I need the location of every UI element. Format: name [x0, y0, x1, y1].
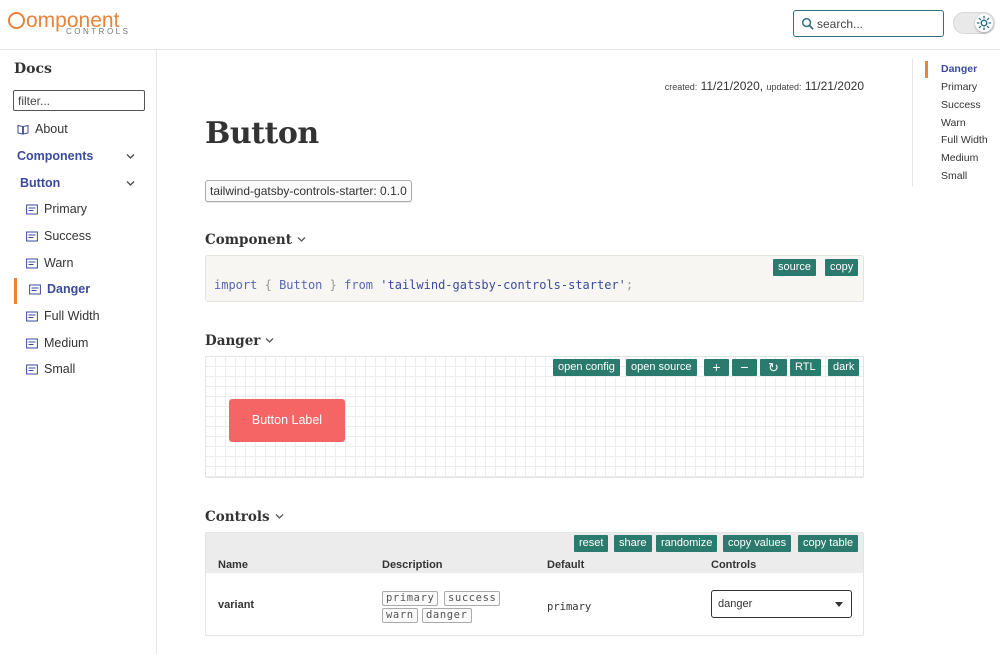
toc-item-primary[interactable]: Primary — [941, 81, 977, 93]
column-header-default: Default — [547, 559, 585, 571]
table-of-contents: Danger Primary Success Warn Full Width M… — [912, 58, 1000, 186]
logo-sub-text: CONTROLS — [66, 27, 131, 36]
variant-select-value: danger — [718, 598, 753, 610]
page-icon — [26, 204, 38, 215]
page-icon — [26, 364, 38, 375]
zoom-out-button[interactable]: − — [732, 359, 757, 376]
component-section-title[interactable]: Component — [205, 232, 306, 248]
copy-table-button[interactable]: copy table — [798, 535, 859, 552]
zoom-in-button[interactable]: + — [704, 359, 729, 376]
column-header-name: Name — [218, 559, 248, 571]
sidebar-item-warn[interactable]: Warn — [0, 252, 156, 276]
package-badge: tailwind-gatsby-controls-starter: 0.1.0 — [205, 180, 412, 202]
chevron-down-icon — [297, 237, 306, 242]
sidebar-item-label: Small — [44, 362, 76, 376]
page-dates: created: 11/21/2020, updated: 11/21/2020 — [665, 79, 864, 93]
filter-input[interactable] — [13, 90, 145, 111]
toc-item-warn[interactable]: Warn — [941, 117, 966, 129]
logo-ring-icon — [8, 12, 25, 29]
sidebar: Docs About Components Button Primary Suc… — [0, 50, 157, 654]
reset-button[interactable]: reset — [574, 535, 609, 552]
demo-danger-button[interactable]: Button Label — [229, 399, 345, 442]
caret-down-icon — [835, 602, 843, 607]
sidebar-item-about[interactable]: About — [0, 118, 156, 142]
option-pill: danger — [422, 608, 472, 623]
story-section-title[interactable]: Danger — [205, 333, 274, 349]
source-button[interactable]: source — [773, 259, 817, 276]
book-icon — [17, 124, 29, 135]
toc-item-success[interactable]: Success — [941, 99, 981, 111]
created-date: 11/21/2020, — [700, 79, 764, 93]
page-icon — [29, 284, 41, 295]
logo[interactable]: omponent CONTROLS — [8, 10, 128, 40]
share-button[interactable]: share — [614, 535, 652, 552]
updated-date: 11/21/2020 — [804, 79, 864, 93]
sidebar-item-label: Primary — [44, 202, 88, 216]
sidebar-item-label: Warn — [44, 256, 74, 270]
option-pill: warn — [382, 608, 418, 623]
copy-button[interactable]: copy — [825, 259, 859, 276]
active-indicator — [14, 278, 17, 304]
code-block: import { Button } from 'tailwind-gatsby-… — [205, 255, 864, 302]
search-input[interactable] — [817, 14, 937, 33]
updated-label: updated: — [766, 82, 802, 92]
chevron-down-icon — [275, 514, 284, 519]
theme-toggle[interactable] — [953, 12, 995, 34]
sidebar-title: Docs — [14, 61, 52, 77]
sidebar-item-full-width[interactable]: Full Width — [0, 305, 156, 329]
page-icon — [26, 258, 38, 269]
import-code: import { Button } from 'tailwind-gatsby-… — [214, 278, 634, 292]
open-source-button[interactable]: open source — [626, 359, 697, 376]
toggle-knob — [975, 14, 993, 32]
chevron-down-icon — [126, 154, 135, 159]
toc-item-full-width[interactable]: Full Width — [941, 134, 988, 146]
open-config-button[interactable]: open config — [553, 359, 620, 376]
sidebar-item-primary[interactable]: Primary — [0, 198, 156, 222]
toc-item-medium[interactable]: Medium — [941, 152, 978, 164]
option-pill: success — [444, 591, 501, 606]
page-title: Button — [205, 116, 319, 151]
dark-button[interactable]: dark — [828, 359, 860, 376]
prop-name: variant — [218, 599, 255, 611]
created-label: created: — [664, 82, 698, 92]
rtl-button[interactable]: RTL — [790, 359, 821, 376]
sidebar-item-label: Components — [17, 149, 94, 163]
sidebar-item-label: Medium — [44, 336, 89, 350]
option-pill: primary — [382, 591, 439, 606]
randomize-button[interactable]: randomize — [656, 535, 718, 552]
sidebar-item-danger[interactable]: Danger — [0, 278, 156, 304]
sidebar-item-components[interactable]: Components — [0, 145, 156, 169]
column-header-controls: Controls — [711, 559, 757, 571]
chevron-down-icon — [265, 338, 274, 343]
sidebar-item-label: Success — [44, 229, 92, 243]
variant-select[interactable]: danger — [711, 590, 852, 618]
sidebar-item-label: Full Width — [44, 309, 100, 323]
sidebar-item-label: Danger — [47, 282, 91, 296]
toc-active-indicator — [925, 61, 928, 78]
prop-default: primary — [547, 601, 592, 613]
sidebar-item-label: Button — [20, 176, 61, 190]
sidebar-item-label: About — [35, 122, 68, 136]
sun-icon — [976, 15, 992, 31]
column-header-description: Description — [382, 559, 443, 571]
search-box[interactable] — [793, 10, 944, 37]
toc-item-danger[interactable]: Danger — [941, 63, 977, 75]
search-icon — [801, 17, 814, 30]
page-icon — [26, 231, 38, 242]
sidebar-item-medium[interactable]: Medium — [0, 332, 156, 356]
sidebar-item-small[interactable]: Small — [0, 358, 156, 382]
app-header: omponent CONTROLS — [0, 0, 1000, 50]
toc-item-small[interactable]: Small — [941, 170, 967, 182]
sidebar-item-success[interactable]: Success — [0, 225, 156, 249]
page-icon — [26, 338, 38, 349]
reset-zoom-button[interactable]: ↻ — [760, 359, 787, 376]
copy-values-button[interactable]: copy values — [723, 535, 792, 552]
sidebar-item-button[interactable]: Button — [0, 172, 156, 196]
page-icon — [26, 311, 38, 322]
controls-section-title[interactable]: Controls — [205, 509, 284, 525]
chevron-down-icon — [126, 181, 135, 186]
